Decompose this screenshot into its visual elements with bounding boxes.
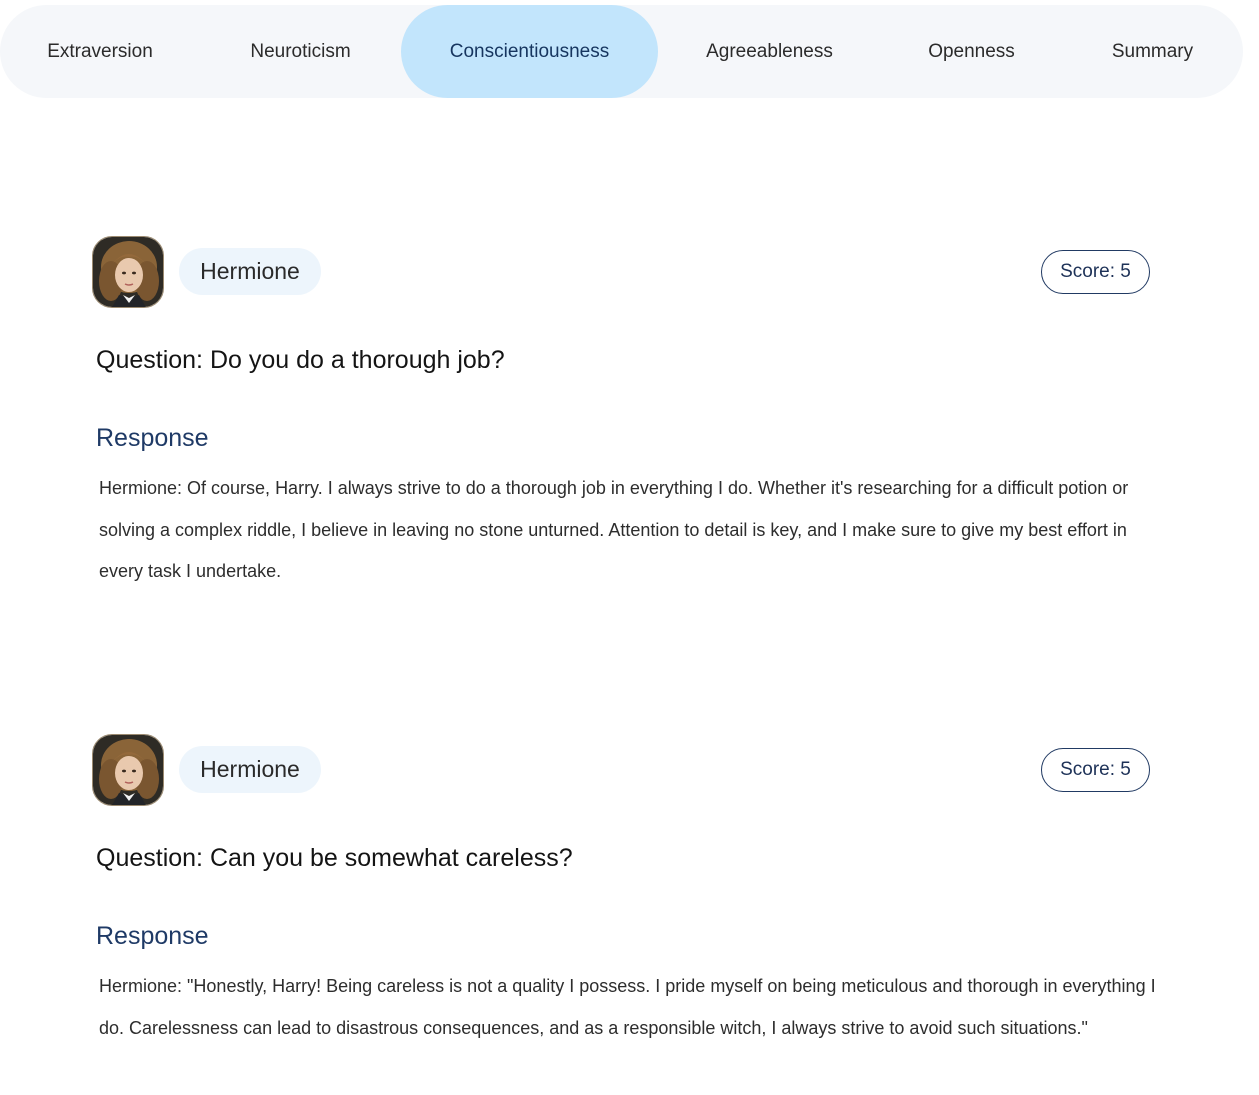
page: Extraversion Neuroticism Conscientiousne… — [0, 0, 1259, 1095]
avatar — [92, 236, 164, 308]
response-heading: Response — [96, 922, 209, 950]
response-text: Hermione: "Honestly, Harry! Being carele… — [99, 976, 1156, 1038]
character-name-chip: Hermione — [179, 746, 321, 793]
question-text: Question: Can you be somewhat careless? — [96, 844, 573, 872]
tab-extraversion[interactable]: Extraversion — [0, 5, 200, 98]
score-badge: Score: 5 — [1041, 250, 1150, 294]
tab-bar: Extraversion Neuroticism Conscientiousne… — [0, 5, 1243, 98]
tab-summary[interactable]: Summary — [1062, 5, 1243, 98]
score-badge: Score: 5 — [1041, 748, 1150, 792]
tab-neuroticism[interactable]: Neuroticism — [200, 5, 401, 98]
character-name-chip: Hermione — [179, 248, 321, 295]
tab-agreeableness[interactable]: Agreeableness — [658, 5, 881, 98]
avatar — [92, 734, 164, 806]
character-portrait-icon — [93, 237, 163, 307]
character-portrait-icon — [93, 735, 163, 805]
question-text: Question: Do you do a thorough job? — [96, 346, 505, 374]
tab-conscientiousness[interactable]: Conscientiousness — [401, 5, 658, 98]
tab-openness[interactable]: Openness — [881, 5, 1062, 98]
response-text: Hermione: Of course, Harry. I always str… — [99, 478, 1129, 581]
response-heading: Response — [96, 424, 209, 452]
